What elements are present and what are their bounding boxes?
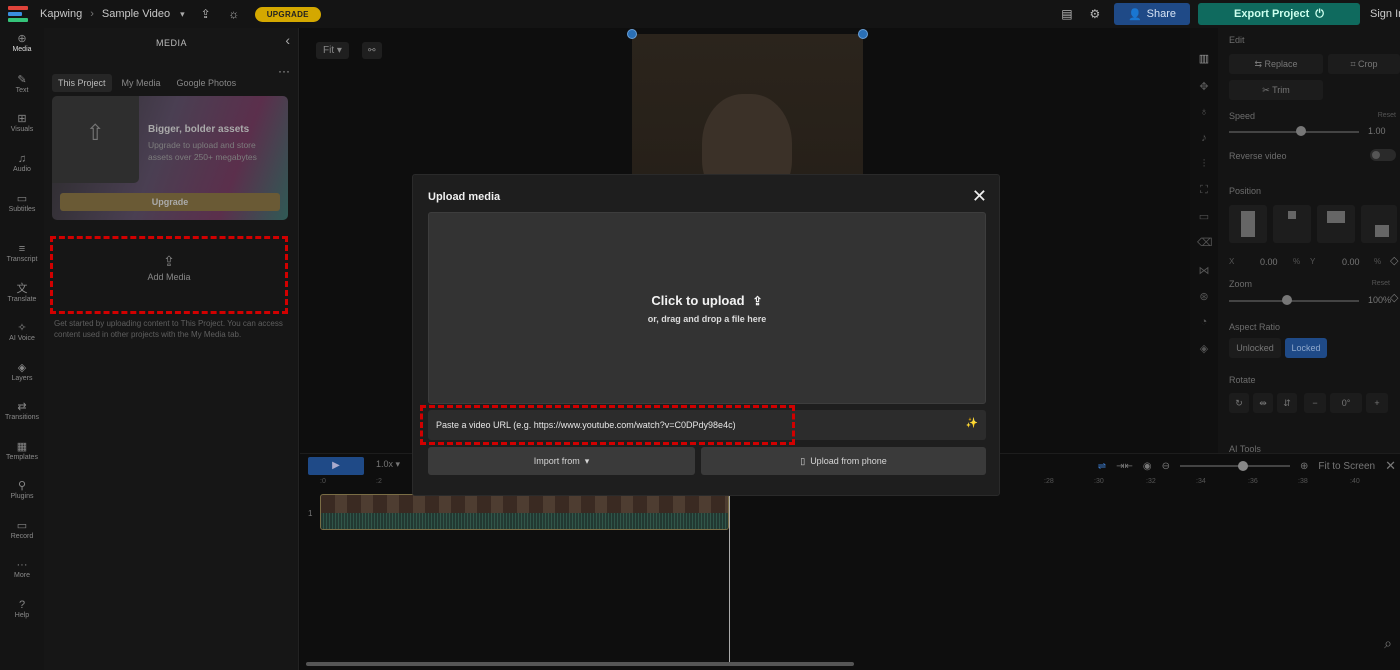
modal-title: Upload media: [428, 191, 501, 203]
click-to-upload[interactable]: Click to upload ⇪: [651, 293, 762, 308]
phone-icon: ▯: [800, 455, 806, 466]
upload-from-phone-button[interactable]: ▯ Upload from phone: [701, 447, 986, 475]
upload-icon: ⇪: [752, 293, 763, 308]
video-url-input[interactable]: [428, 410, 948, 440]
video-url-row: ✨: [428, 410, 986, 440]
chevron-down-icon: ▾: [584, 455, 590, 466]
drag-drop-hint: or, drag and drop a file here: [647, 314, 767, 324]
sparkle-icon[interactable]: ✨: [966, 418, 978, 429]
upload-dropzone[interactable]: Click to upload ⇪ or, drag and drop a fi…: [428, 212, 986, 404]
kapwing-editor: Kapwing › Sample Video ▾ ⇪ ☼ UPGRADE ▤ ⚙…: [0, 0, 1400, 670]
import-from-button[interactable]: Import from ▾: [428, 447, 695, 475]
close-icon[interactable]: ✕: [972, 187, 987, 205]
upload-media-modal: Upload media ✕ Click to upload ⇪ or, dra…: [412, 174, 1000, 496]
